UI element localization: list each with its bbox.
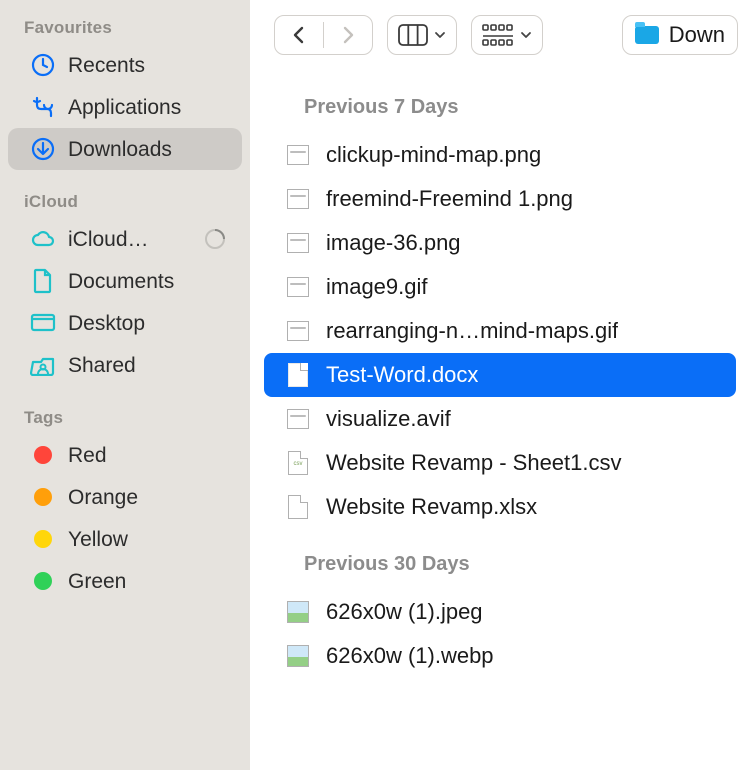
- tag-dot-icon: [30, 526, 56, 552]
- file-name: clickup-mind-map.png: [326, 142, 541, 168]
- view-columns-button[interactable]: [387, 15, 457, 55]
- toolbar: Down: [250, 0, 750, 60]
- file-name: freemind-Freemind 1.png: [326, 186, 573, 212]
- sidebar-item-label: iCloud…: [68, 229, 149, 250]
- grid-stack-icon: [482, 24, 514, 46]
- sidebar-item-green[interactable]: Green: [8, 560, 242, 602]
- sidebar-item-label: Green: [68, 571, 126, 592]
- sidebar-item-label: Documents: [68, 271, 174, 292]
- file-list: Previous 7 Days clickup-mind-map.png freem…: [250, 60, 750, 770]
- tag-dot-icon: [30, 442, 56, 468]
- sidebar-item-label: Orange: [68, 487, 138, 508]
- download-icon: [30, 136, 56, 162]
- sidebar-item-desktop[interactable]: Desktop: [8, 302, 242, 344]
- file-name: visualize.avif: [326, 406, 451, 432]
- file-type-icon: csv: [284, 452, 312, 474]
- file-name: image9.gif: [326, 274, 428, 300]
- sidebar-item-downloads[interactable]: Downloads: [8, 128, 242, 170]
- columns-icon: [398, 24, 428, 46]
- sidebar-section-header: Favourites: [0, 10, 250, 44]
- file-group-header: Previous 7 Days: [250, 76, 750, 133]
- sidebar-item-documents[interactable]: Documents: [8, 260, 242, 302]
- path-folder-label: Down: [669, 22, 725, 48]
- desktop-icon: [30, 310, 56, 336]
- chevron-down-icon: [520, 30, 532, 40]
- sidebar-item-label: Downloads: [68, 139, 172, 160]
- file-row[interactable]: csv Website Revamp - Sheet1.csv: [264, 441, 736, 485]
- file-row[interactable]: Test-Word.docx: [264, 353, 736, 397]
- file-type-icon: [284, 320, 312, 342]
- chevron-down-icon: [434, 30, 446, 40]
- file-type-icon: [284, 144, 312, 166]
- sidebar-item-yellow[interactable]: Yellow: [8, 518, 242, 560]
- file-type-icon: [284, 276, 312, 298]
- sidebar-item-label: Applications: [68, 97, 181, 118]
- sidebar-item-red[interactable]: Red: [8, 434, 242, 476]
- sidebar-item-label: Red: [68, 445, 107, 466]
- file-name: image-36.png: [326, 230, 461, 256]
- document-icon: [30, 268, 56, 294]
- path-folder-button[interactable]: Down: [622, 15, 738, 55]
- sidebar-section-header: Tags: [0, 400, 250, 434]
- sidebar-item-recents[interactable]: Recents: [8, 44, 242, 86]
- tag-dot-icon: [30, 484, 56, 510]
- file-type-icon: [284, 496, 312, 518]
- file-row[interactable]: Website Revamp.xlsx: [264, 485, 736, 529]
- forward-button[interactable]: [324, 16, 372, 54]
- finder-window: Favourites Recents Applications Downloads iC…: [0, 0, 750, 770]
- back-button[interactable]: [275, 16, 323, 54]
- sidebar-item-label: Yellow: [68, 529, 128, 550]
- file-type-icon: [284, 364, 312, 386]
- sidebar-item-shared[interactable]: Shared: [8, 344, 242, 386]
- sidebar-item-label: Desktop: [68, 313, 145, 334]
- sidebar-item-label: Recents: [68, 55, 145, 76]
- nav-group: [274, 15, 373, 55]
- tag-dot-icon: [30, 568, 56, 594]
- file-name: rearranging-n…mind-maps.gif: [326, 318, 618, 344]
- file-row[interactable]: rearranging-n…mind-maps.gif: [264, 309, 736, 353]
- file-group-header: Previous 30 Days: [250, 529, 750, 590]
- file-name: Website Revamp.xlsx: [326, 494, 537, 520]
- folder-icon: [635, 26, 659, 44]
- apps-icon: [30, 94, 56, 120]
- progress-icon: [204, 228, 226, 250]
- sidebar-item-applications[interactable]: Applications: [8, 86, 242, 128]
- sidebar-item-label: Shared: [68, 355, 136, 376]
- group-by-button[interactable]: [471, 15, 543, 55]
- shared-icon: [30, 352, 56, 378]
- file-row[interactable]: visualize.avif: [264, 397, 736, 441]
- file-type-icon: [284, 188, 312, 210]
- main-panel: Down Previous 7 Days clickup-mind-map.png…: [250, 0, 750, 770]
- cloud-icon: [30, 226, 56, 252]
- file-name: Test-Word.docx: [326, 362, 478, 388]
- file-name: 626x0w (1).jpeg: [326, 599, 483, 625]
- sidebar-item-orange[interactable]: Orange: [8, 476, 242, 518]
- file-type-icon: [284, 601, 312, 623]
- file-row[interactable]: 626x0w (1).jpeg: [264, 590, 736, 634]
- sidebar: Favourites Recents Applications Downloads iC…: [0, 0, 250, 770]
- file-row[interactable]: image9.gif: [264, 265, 736, 309]
- file-row[interactable]: image-36.png: [264, 221, 736, 265]
- sidebar-section-header: iCloud: [0, 184, 250, 218]
- file-type-icon: [284, 408, 312, 430]
- clock-icon: [30, 52, 56, 78]
- file-type-icon: [284, 232, 312, 254]
- file-type-icon: [284, 645, 312, 667]
- file-name: 626x0w (1).webp: [326, 643, 494, 669]
- file-name: Website Revamp - Sheet1.csv: [326, 450, 622, 476]
- sidebar-item-icloud[interactable]: iCloud…: [8, 218, 242, 260]
- file-row[interactable]: clickup-mind-map.png: [264, 133, 736, 177]
- file-row[interactable]: freemind-Freemind 1.png: [264, 177, 736, 221]
- file-row[interactable]: 626x0w (1).webp: [264, 634, 736, 678]
